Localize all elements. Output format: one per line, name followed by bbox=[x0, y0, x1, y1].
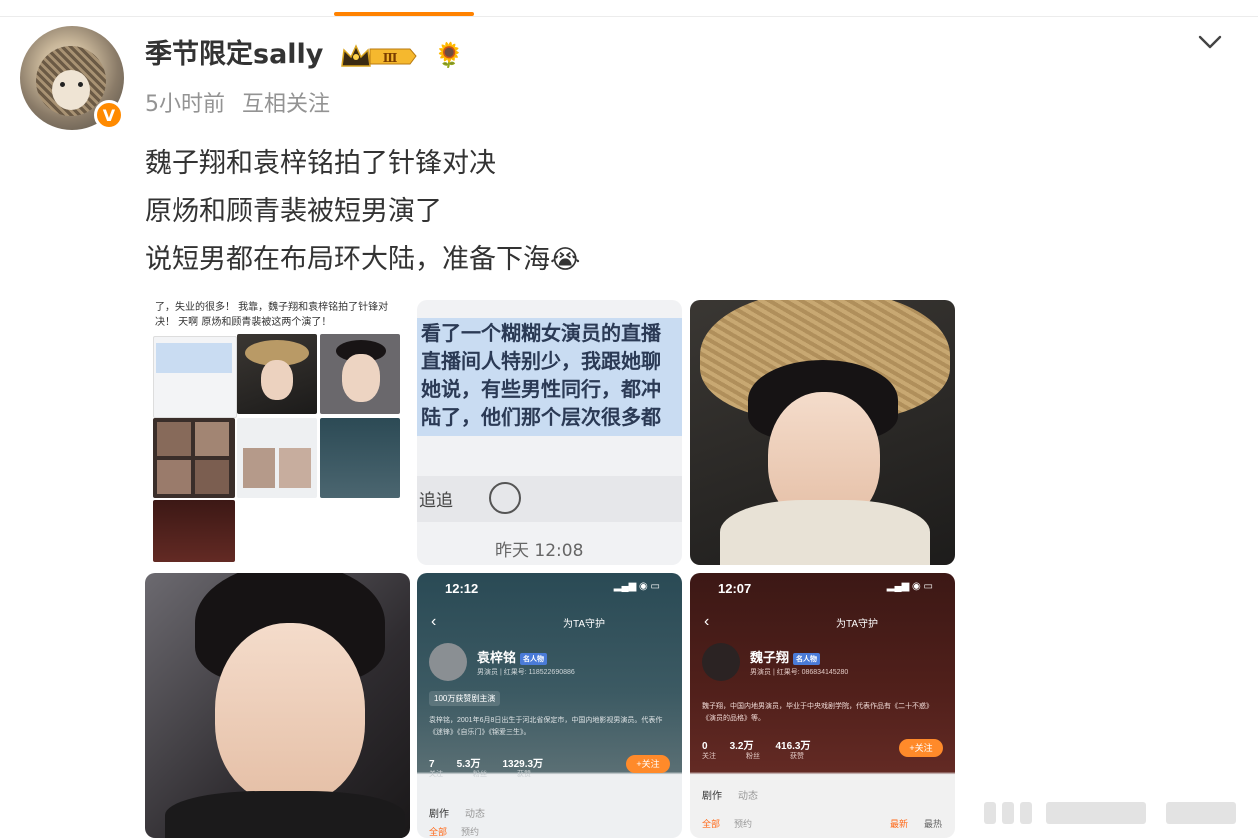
placeholder-block bbox=[984, 802, 996, 824]
sort-hot: 最热 bbox=[924, 819, 943, 829]
crying-emoji-icon: 😭 bbox=[550, 245, 581, 275]
post-time: 5小时前 bbox=[145, 92, 225, 117]
mini-profile-screenshot-blue bbox=[320, 418, 400, 498]
shirt bbox=[165, 791, 405, 838]
guard-label: 为TA守护 bbox=[836, 619, 879, 630]
status-time: 12:12 bbox=[445, 581, 479, 596]
sort-latest: 最新 bbox=[890, 819, 909, 829]
chat-line: 陆了，他们那个层次很多都 bbox=[421, 405, 661, 429]
subtab-all: 全部 bbox=[702, 819, 721, 829]
chat-follow-text: 追追 bbox=[419, 491, 453, 511]
likes-label: 获赞 bbox=[790, 753, 804, 760]
post-line: 魏子翔和袁梓铭拍了针锋对决 bbox=[145, 148, 496, 179]
mini-profile-screenshot-red bbox=[153, 500, 235, 562]
profile-sub: 男演员 | 红果号: 118522690886 bbox=[477, 669, 575, 676]
profile-name: 袁梓铭 名人物 bbox=[477, 647, 548, 666]
active-tab-indicator bbox=[334, 12, 474, 16]
back-arrow-icon: ‹ bbox=[704, 613, 710, 630]
profile-bio: 魏子翔，中国内地男演员，毕业于中央戏剧学院，代表作品有《二十不惑》《演员的品格》… bbox=[702, 703, 933, 722]
placeholder-block bbox=[1002, 802, 1014, 824]
profile-follow-button: +关注 bbox=[899, 739, 943, 757]
loading-placeholder bbox=[976, 792, 1248, 834]
tab-feed: 动态 bbox=[738, 791, 758, 802]
image-tile-profile-wei[interactable]: 12:07 ▂▄▆ ◉ ▭ ‹ 为TA守护 魏子翔 名人物 男演员 | 红果号: … bbox=[690, 573, 955, 838]
username[interactable]: 季节限定sally bbox=[145, 36, 323, 74]
back-arrow-icon: ‹ bbox=[431, 613, 437, 630]
top-divider bbox=[0, 16, 1258, 17]
verified-badge-icon: V bbox=[94, 100, 124, 130]
image-tile-profile-yuan[interactable]: 12:12 ▂▄▆ ◉ ▭ ‹ 为TA守护 袁梓铭 名人物 男演员 | 红果号: … bbox=[417, 573, 682, 838]
profile-numbers: 7 5.3万 1329.3万 bbox=[429, 755, 565, 770]
avatar-eye bbox=[78, 82, 83, 87]
image-tile-straw-hat-portrait[interactable] bbox=[690, 300, 955, 565]
fans-label: 粉丝 bbox=[473, 771, 487, 778]
image-tile-selfie[interactable] bbox=[145, 573, 410, 838]
chat-time: 昨天 12:08 bbox=[495, 541, 584, 561]
chat-line: 直播间人特别少，我跟她聊 bbox=[421, 349, 661, 373]
status-time: 12:07 bbox=[718, 581, 752, 596]
profile-tabs: 剧作 动态 bbox=[429, 805, 501, 820]
following-label: 关注 bbox=[702, 753, 716, 760]
profile-number-labels: 关注 粉丝 获赞 bbox=[702, 751, 834, 761]
profile-tag: 名人物 bbox=[520, 652, 548, 665]
placeholder-block bbox=[1166, 802, 1236, 824]
avatar-hedgehog-face bbox=[52, 70, 90, 110]
post-body: 魏子翔和袁梓铭拍了针锋对决 原炀和顾青裴被短男演了 说短男都在布局环大陆，准备下… bbox=[145, 140, 580, 284]
crown-badge-icon[interactable]: Ⅲ bbox=[340, 42, 418, 70]
profile-name: 魏子翔 名人物 bbox=[750, 647, 821, 666]
guard-label: 为TA守护 bbox=[563, 619, 606, 630]
chevron-down-icon[interactable] bbox=[1196, 28, 1224, 56]
avatar-eye bbox=[60, 82, 65, 87]
post-line: 说短男都在布局环大陆，准备下海😭 bbox=[145, 236, 580, 284]
likes-label: 获赞 bbox=[517, 771, 531, 778]
following-label: 关注 bbox=[429, 771, 443, 778]
status-icons: ▂▄▆ ◉ ▭ bbox=[613, 581, 660, 592]
mini-photo-straw-hat bbox=[237, 334, 317, 414]
profile-tag: 名人物 bbox=[793, 652, 821, 665]
tab-feed: 动态 bbox=[465, 809, 485, 820]
profile-tabs: 剧作 动态 bbox=[702, 787, 774, 802]
face bbox=[215, 623, 365, 803]
shirt bbox=[720, 500, 930, 565]
chat-line: 看了一个糊糊女演员的直播 bbox=[421, 321, 661, 345]
smile-emoji-icon bbox=[489, 482, 521, 514]
profile-award: 100万获赞剧主演 bbox=[429, 691, 501, 706]
post-line-text: 说短男都在布局环大陆，准备下海 bbox=[145, 244, 550, 275]
mini-photo-grid bbox=[153, 418, 235, 498]
post-meta: 5小时前 互相关注 bbox=[145, 90, 340, 120]
subtab-reserve: 预约 bbox=[461, 827, 480, 837]
chat-line: 她说，有些男性同行，都冲 bbox=[421, 377, 661, 401]
post-line: 原炀和顾青裴被短男演了 bbox=[145, 196, 442, 227]
image-tile-collage[interactable]: 了，失业的很多！ 我靠，魏子翔和袁梓铭拍了针锋对决！ 天啊 原炀和顾青裴被这两个… bbox=[145, 300, 410, 565]
placeholder-block bbox=[1020, 802, 1032, 824]
collage-caption: 了，失业的很多！ 我靠，魏子翔和袁梓铭拍了针锋对决！ 天啊 原炀和顾青裴被这两个… bbox=[155, 302, 389, 328]
tab-works: 剧作 bbox=[429, 809, 449, 820]
profile-sub: 男演员 | 红果号: 086834145280 bbox=[750, 669, 849, 676]
profile-subtabs: 全部 预约 最新 最热 bbox=[702, 817, 942, 830]
profile-avatar bbox=[702, 643, 740, 681]
profile-number-labels: 关注 粉丝 获赞 bbox=[429, 769, 561, 779]
level-badge-text: Ⅲ bbox=[383, 51, 398, 65]
profile-bio: 袁梓铭，2001年6月8日出生于河北省保定市，中国内地影视男演员。代表作《迷锋》… bbox=[429, 717, 663, 736]
image-tile-chat-zoom[interactable]: 看了一个糊糊女演员的直播 直播间人特别少，我跟她聊 她说，有些男性同行，都冲 陆… bbox=[417, 300, 682, 565]
mini-chat-screenshot bbox=[153, 336, 237, 418]
mini-photo-selfie bbox=[320, 334, 400, 414]
placeholder-block bbox=[1046, 802, 1146, 824]
relation-status: 互相关注 bbox=[242, 92, 331, 117]
status-icons: ▂▄▆ ◉ ▭ bbox=[886, 581, 933, 592]
subtab-reserve: 预约 bbox=[734, 819, 753, 829]
subtab-all: 全部 bbox=[429, 827, 448, 837]
profile-follow-button: +关注 bbox=[626, 755, 670, 773]
profile-subtabs: 全部 预约 bbox=[429, 825, 479, 838]
sunflower-icon: 🌻 bbox=[434, 41, 464, 69]
tab-works: 剧作 bbox=[702, 791, 722, 802]
fans-label: 粉丝 bbox=[746, 753, 760, 760]
profile-avatar bbox=[429, 643, 467, 681]
chat-input-bar bbox=[417, 476, 682, 522]
mini-photo-grid-light bbox=[237, 418, 317, 498]
profile-numbers: 0 3.2万 416.3万 bbox=[702, 737, 833, 752]
